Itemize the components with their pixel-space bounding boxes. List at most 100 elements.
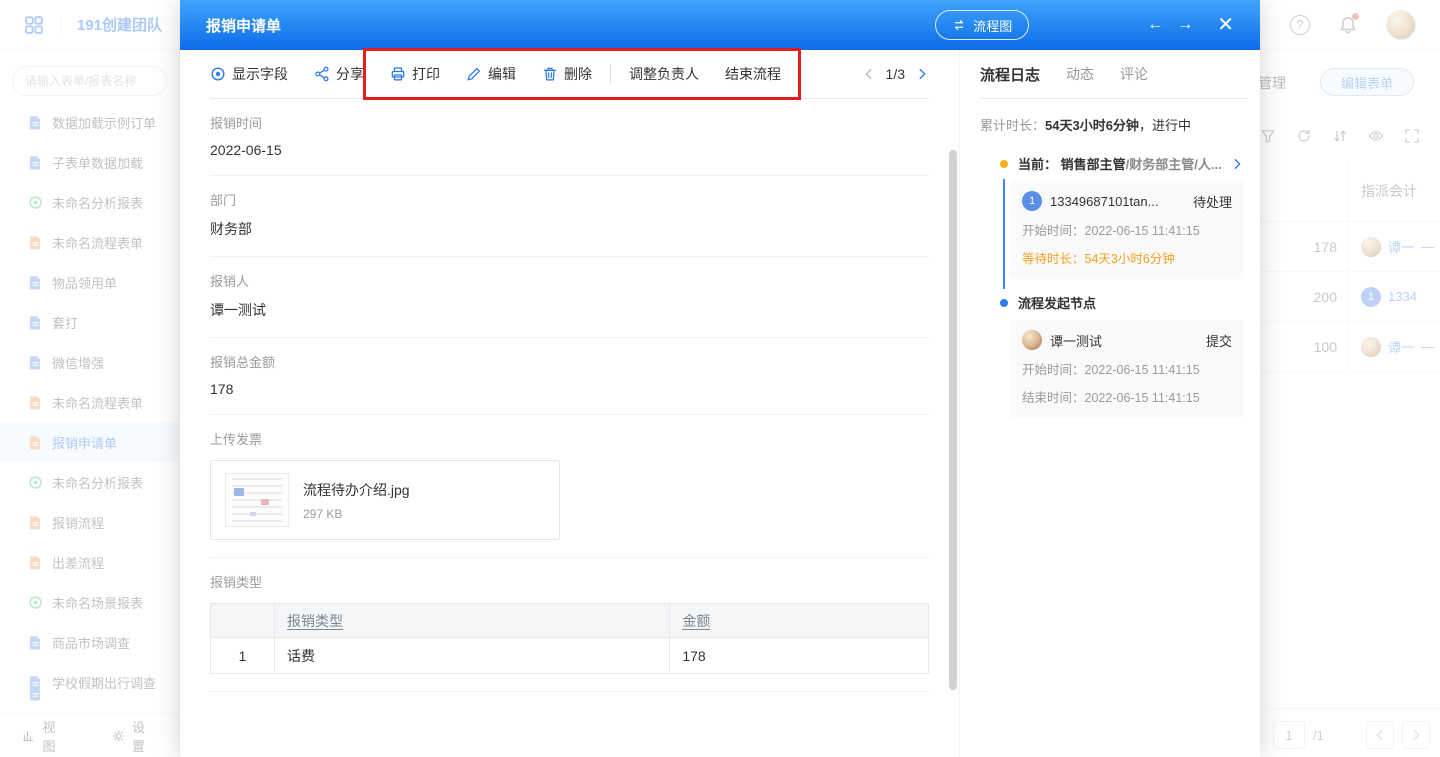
subtable-field-row: 报销类型 报销类型 金额 1 话费 178 [210, 558, 929, 692]
record-toolbar: 显示字段 分享 打印 编辑 删除 调整负责人 结束流程 1/3 [180, 50, 959, 98]
pending-dot-icon [1000, 160, 1008, 168]
trash-icon [542, 66, 558, 82]
content-scrollbar[interactable] [949, 150, 957, 690]
field-label: 指派会计 [210, 706, 929, 707]
field-label: 报销总金额 [210, 352, 929, 371]
current-node-header: 当前： 销售部主管/财务部主管/人... [980, 150, 1244, 179]
edit-label: 编辑 [488, 64, 516, 84]
prev-record-chevron[interactable] [862, 67, 876, 81]
done-dot-icon [1000, 299, 1008, 307]
upload-field-row: 上传发票 流程待办介绍.jpg 297 KB [210, 415, 929, 558]
show-fields-label: 显示字段 [232, 64, 288, 84]
share-label: 分享 [336, 64, 364, 84]
task-status: 待处理 [1193, 192, 1232, 211]
field-label: 报销人 [210, 271, 929, 290]
assignee-name: 13349687101tan... [1050, 194, 1193, 209]
flowchart-button[interactable]: 流程图 [935, 10, 1029, 40]
field-value: 财务部 [210, 219, 929, 239]
field-label: 报销类型 [210, 572, 929, 591]
modal-header: 报销申请单 流程图 ← → ✕ [180, 0, 1260, 50]
task-status: 提交 [1206, 331, 1232, 350]
field-label: 部门 [210, 190, 929, 209]
pencil-icon [466, 66, 482, 82]
subform-row: 1 话费 178 [211, 638, 929, 674]
row-index: 1 [211, 638, 275, 674]
wait-duration-row: 等待时长：54天3小时6分钟 [1022, 248, 1232, 267]
record-nav: ← → [1147, 16, 1193, 34]
next-record-arrow[interactable]: → [1177, 16, 1193, 34]
row-amount: 178 [670, 638, 929, 674]
delete-label: 删除 [564, 64, 592, 84]
record-pager-text: 1/3 [886, 66, 905, 82]
attachment-card[interactable]: 流程待办介绍.jpg 297 KB [210, 460, 560, 540]
next-record-chevron[interactable] [915, 67, 929, 81]
duration-status: ，进行中 [1139, 118, 1191, 133]
start-node-body: 谭一测试 提交 开始时间：2022-06-15 11:41:15 结束时间：20… [1003, 318, 1244, 428]
log-tabs: 流程日志 动态 评论 [980, 50, 1244, 98]
adjust-owner-label: 调整负责人 [629, 64, 699, 84]
start-time-row: 开始时间：2022-06-15 11:41:15 [1022, 220, 1232, 239]
amount-column-header[interactable]: 金额 [670, 604, 929, 638]
delete-button[interactable]: 删除 [542, 64, 592, 84]
app-root: 191创建团队 ? 数据加载示例订单 子表单数据加载 未命名分析报表 未命名流程… [0, 0, 1440, 757]
end-time-row: 结束时间：2022-06-15 11:41:15 [1022, 387, 1232, 406]
current-node-body: 1 13349687101tan... 待处理 开始时间：2022-06-15 … [1003, 179, 1244, 289]
field-row: 部门 财务部 [210, 176, 929, 257]
start-node-text: 流程发起节点 [1018, 293, 1096, 312]
attachment-thumbnail [225, 473, 289, 527]
current-node-text: 当前： 销售部主管/财务部主管/人... [1018, 154, 1222, 173]
end-flow-button[interactable]: 结束流程 [725, 64, 781, 84]
record-content: 显示字段 分享 打印 编辑 删除 调整负责人 结束流程 1/3 [180, 50, 960, 757]
flow-timeline: 当前： 销售部主管/财务部主管/人... 1 13349687101tan...… [980, 150, 1244, 428]
field-value: 178 [210, 381, 929, 397]
submitter-avatar [1022, 330, 1042, 350]
field-value: 谭一测试 [210, 300, 929, 320]
field-row: 报销总金额 178 [210, 338, 929, 415]
tabs-underline [980, 98, 1248, 99]
toolbar-divider [610, 65, 611, 83]
submit-task-card[interactable]: 谭一测试 提交 开始时间：2022-06-15 11:41:15 结束时间：20… [1010, 320, 1244, 418]
modal-body: 显示字段 分享 打印 编辑 删除 调整负责人 结束流程 1/3 [180, 50, 1260, 757]
total-duration: 累计时长：54天3小时6分钟，进行中 [980, 115, 1244, 134]
subform-table: 报销类型 金额 1 话费 178 [210, 603, 929, 674]
duration-value: 54天3小时6分钟 [1045, 118, 1139, 133]
field-row: 报销人 谭一测试 [210, 257, 929, 338]
modal-title: 报销申请单 [206, 15, 281, 36]
prev-record-arrow[interactable]: ← [1147, 16, 1163, 34]
field-label: 报销时间 [210, 113, 929, 132]
form-fields: 报销时间 2022-06-15 部门 财务部 报销人 谭一测试 报销总金额 17… [180, 99, 959, 707]
adjust-owner-button[interactable]: 调整负责人 [629, 64, 699, 84]
type-column-header[interactable]: 报销类型 [275, 604, 670, 638]
tab-activity[interactable]: 动态 [1066, 64, 1094, 84]
tab-comments[interactable]: 评论 [1120, 64, 1148, 84]
show-fields-button[interactable]: 显示字段 [210, 64, 288, 84]
tab-flow-log[interactable]: 流程日志 [980, 64, 1040, 85]
share-button[interactable]: 分享 [314, 64, 364, 84]
start-time-row: 开始时间：2022-06-15 11:41:15 [1022, 359, 1232, 378]
index-column-header [211, 604, 275, 638]
field-value: 2022-06-15 [210, 142, 929, 158]
pending-task-card[interactable]: 1 13349687101tan... 待处理 开始时间：2022-06-15 … [1010, 181, 1244, 279]
flowchart-icon [952, 18, 966, 32]
expand-chevron-icon[interactable] [1230, 157, 1244, 171]
attachment-name: 流程待办介绍.jpg [303, 480, 410, 500]
assignee-avatar: 1 [1022, 191, 1042, 211]
duration-label: 累计时长： [980, 118, 1045, 133]
row-type: 话费 [275, 638, 670, 674]
print-icon [390, 66, 406, 82]
record-pager: 1/3 [862, 66, 929, 82]
print-button[interactable]: 打印 [390, 64, 440, 84]
submitter-name: 谭一测试 [1050, 331, 1206, 350]
start-node-header: 流程发起节点 [980, 289, 1244, 318]
end-flow-label: 结束流程 [725, 64, 781, 84]
attachment-size: 297 KB [303, 507, 410, 521]
record-detail-modal: 报销申请单 流程图 ← → ✕ 显示字段 分享 打印 编辑 删除 调整 [180, 0, 1260, 757]
flow-log-panel: 流程日志 动态 评论 累计时长：54天3小时6分钟，进行中 当前： 销售部主管/… [960, 50, 1260, 757]
close-icon[interactable]: ✕ [1217, 15, 1234, 35]
field-row: 报销时间 2022-06-15 [210, 99, 929, 176]
edit-button[interactable]: 编辑 [466, 64, 516, 84]
show-fields-icon [210, 66, 226, 82]
flowchart-label: 流程图 [973, 16, 1012, 35]
print-label: 打印 [412, 64, 440, 84]
share-icon [314, 66, 330, 82]
